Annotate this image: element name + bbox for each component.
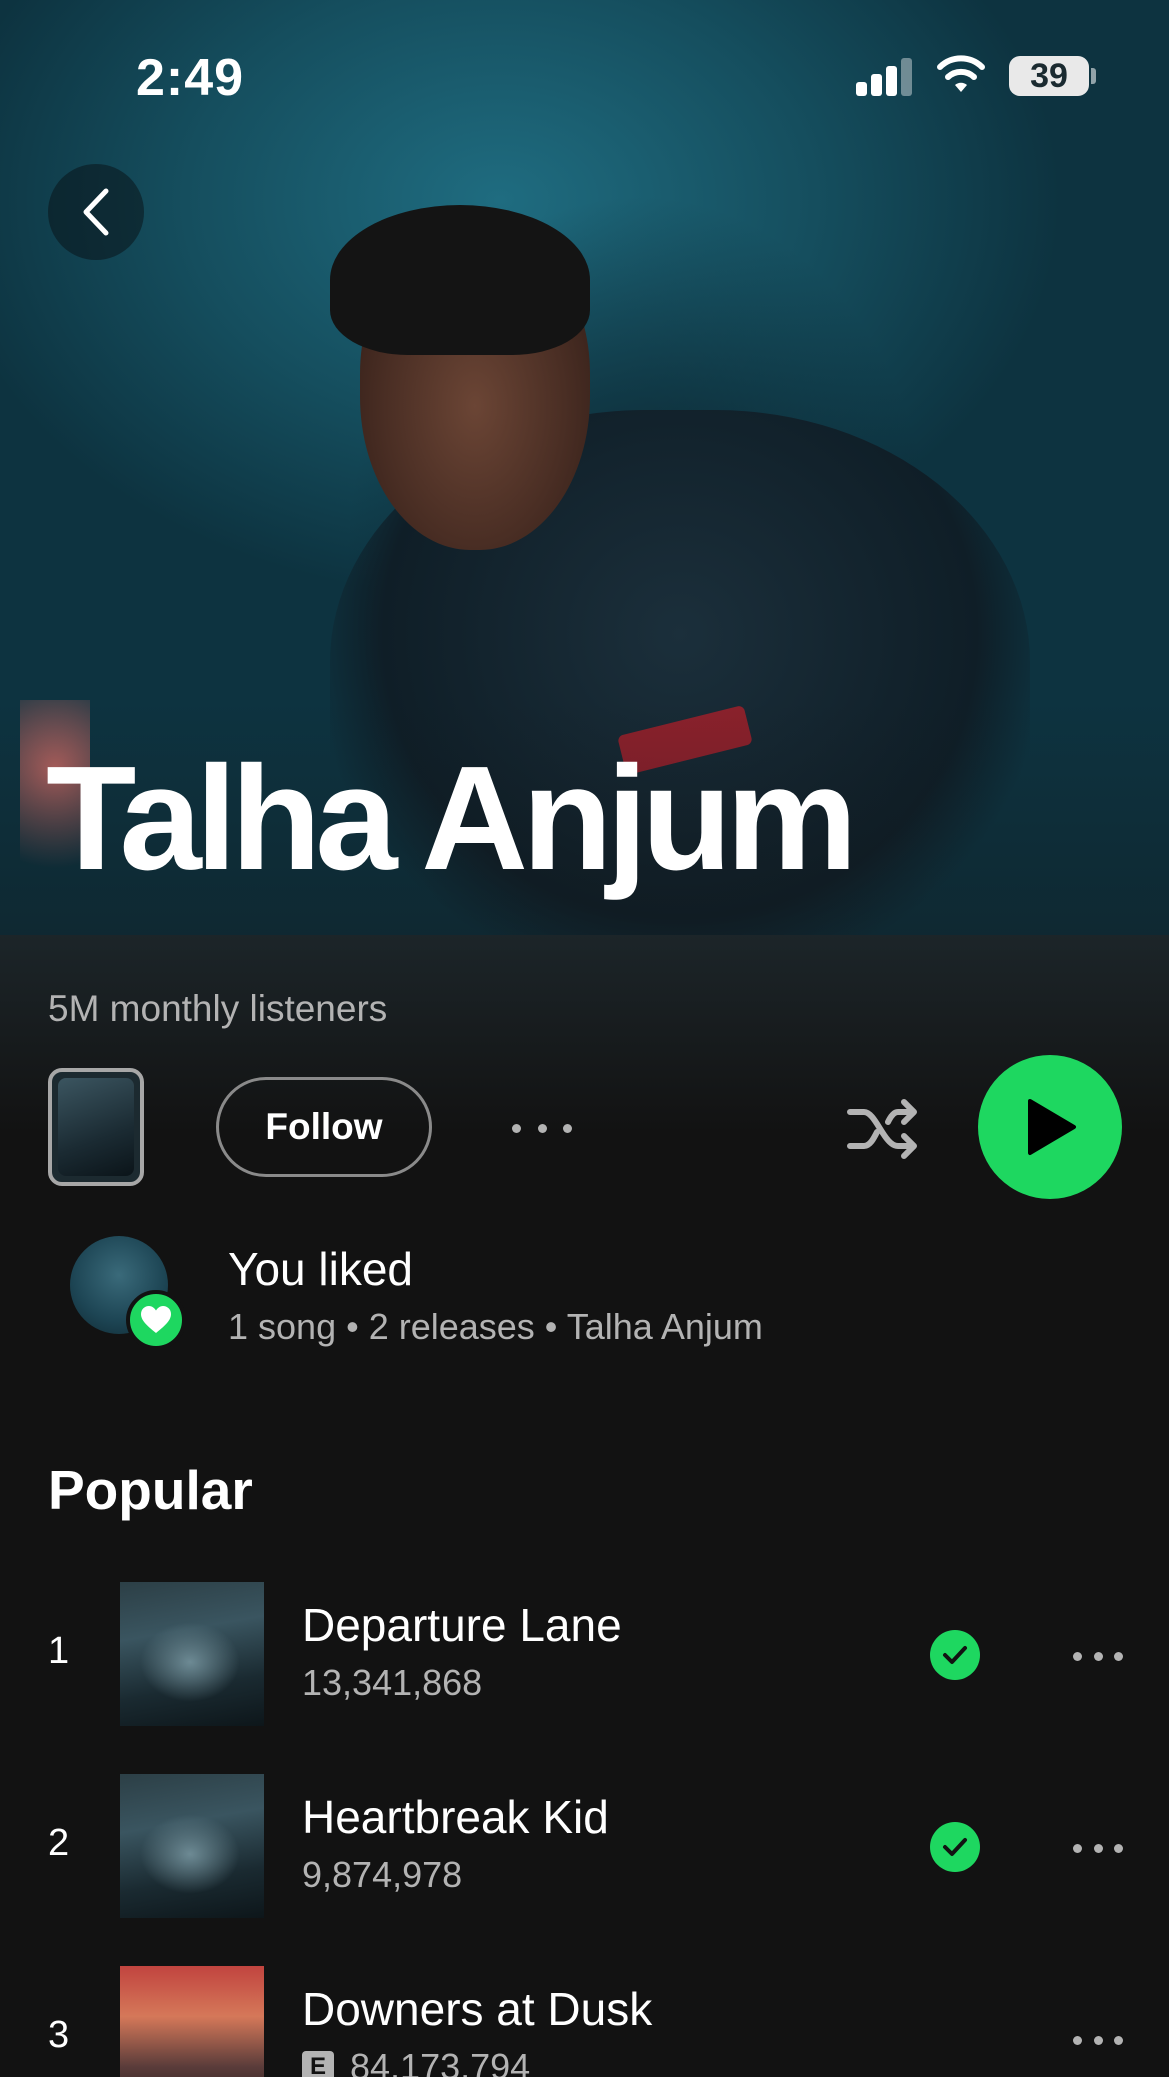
track-more-button[interactable] <box>1073 1650 1123 1662</box>
track-more-button[interactable] <box>1073 1842 1123 1854</box>
back-button[interactable] <box>48 164 144 260</box>
liked-check-button[interactable] <box>930 1822 980 1872</box>
heart-badge <box>126 1290 186 1350</box>
monthly-listeners: 5M monthly listeners <box>48 988 388 1029</box>
battery-nub <box>1091 68 1096 84</box>
track-cover-art <box>120 1582 264 1726</box>
track-more-button[interactable] <box>1073 2034 1123 2046</box>
more-icon <box>1114 1843 1123 1853</box>
more-icon <box>1093 1843 1103 1853</box>
play-count-text: 9,874,978 <box>302 1854 463 1895</box>
play-count-text: 13,341,868 <box>302 1662 483 1703</box>
artist-name: Talha Anjum <box>46 736 858 901</box>
liked-subtitle: 1 song • 2 releases • Talha Anjum <box>228 1306 763 1347</box>
wifi-icon <box>937 55 985 92</box>
explicit-badge: E <box>302 2051 334 2077</box>
track-title: Departure Lane <box>302 1599 622 1651</box>
track-cover-art <box>120 1966 264 2077</box>
artist-pick-cover[interactable] <box>48 1068 144 1186</box>
track-rank: 1 <box>48 1630 70 1672</box>
track-play-count: 9,874,978 <box>302 1854 462 1896</box>
status-time: 2:49 <box>136 49 245 107</box>
more-icon <box>1073 1843 1082 1853</box>
track-rank: 3 <box>48 2014 70 2056</box>
liked-check-button[interactable] <box>930 1630 980 1680</box>
hero-figure-hair <box>330 205 590 355</box>
more-icon <box>1114 2035 1123 2045</box>
play-button[interactable] <box>978 1055 1122 1199</box>
status-bar: 2:49 39 <box>0 0 1169 150</box>
more-icon <box>1073 1651 1082 1661</box>
track-rank: 2 <box>48 1822 70 1864</box>
signal-icon <box>856 58 914 96</box>
more-icon <box>537 1123 547 1133</box>
track-play-count: E 84,173,794 <box>302 2046 530 2077</box>
follow-button[interactable]: Follow <box>216 1077 432 1177</box>
more-options-button[interactable] <box>512 1108 572 1148</box>
popular-heading: Popular <box>48 1459 253 1521</box>
track-title: Heartbreak Kid <box>302 1791 609 1843</box>
battery-icon: 39 <box>1009 56 1089 96</box>
more-icon <box>1114 1651 1123 1661</box>
check-icon <box>943 1838 967 1856</box>
more-icon <box>512 1123 521 1133</box>
back-chevron-icon <box>83 188 109 236</box>
shuffle-icon[interactable] <box>846 1092 920 1166</box>
check-icon <box>943 1646 967 1664</box>
more-icon <box>1093 2035 1103 2045</box>
artist-pick-art <box>58 1078 134 1176</box>
track-play-count: 13,341,868 <box>302 1662 482 1704</box>
play-icon <box>1028 1099 1076 1155</box>
track-row[interactable]: 3 Downers at Dusk E 84,173,794 <box>0 1966 1169 2077</box>
more-icon <box>1073 2035 1082 2045</box>
liked-title: You liked <box>228 1243 414 1295</box>
track-title: Downers at Dusk <box>302 1983 653 2035</box>
play-count-text: 84,173,794 <box>350 2046 531 2077</box>
track-cover-art <box>120 1774 264 1918</box>
track-row[interactable]: 2 Heartbreak Kid 9,874,978 <box>0 1774 1169 1920</box>
heart-icon <box>141 1306 171 1333</box>
more-icon <box>563 1123 572 1133</box>
track-row[interactable]: 1 Departure Lane 13,341,868 <box>0 1582 1169 1728</box>
more-icon <box>1093 1651 1103 1661</box>
liked-songs-row[interactable]: You liked 1 song • 2 releases • Talha An… <box>0 1230 1169 1350</box>
